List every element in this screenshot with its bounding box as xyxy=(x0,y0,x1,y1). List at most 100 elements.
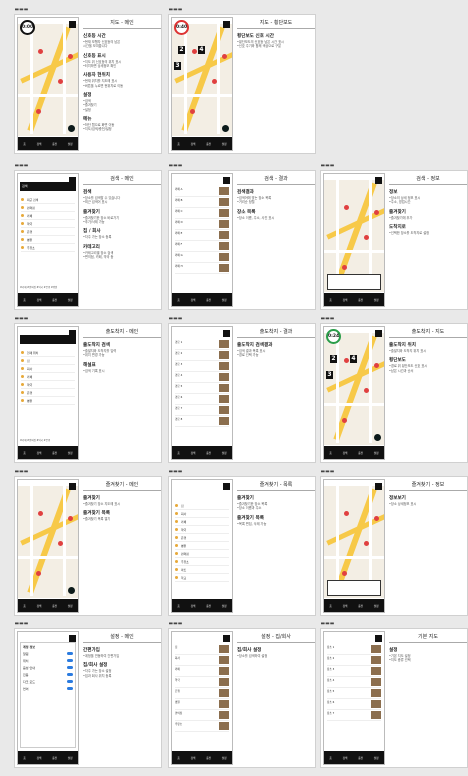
list-item[interactable]: 카페 xyxy=(21,373,75,381)
tab-item[interactable]: 설정 xyxy=(68,451,73,455)
menu-icon[interactable] xyxy=(375,483,382,490)
traffic-light-icon[interactable] xyxy=(344,358,349,363)
result-row[interactable]: 카페 B xyxy=(175,197,229,208)
tab-item[interactable]: 검색 xyxy=(37,142,42,146)
list-item[interactable]: 병원 xyxy=(21,397,75,405)
list-item[interactable]: 병원 xyxy=(21,236,75,244)
tab-item[interactable]: 홈 xyxy=(329,756,331,760)
traffic-light-icon[interactable] xyxy=(374,516,379,521)
crossing-marker[interactable]: 4 xyxy=(198,46,205,54)
result-row[interactable]: 장소 4 xyxy=(327,677,381,688)
list-item[interactable]: 주유소 xyxy=(21,244,75,252)
tab-item[interactable]: 충전 xyxy=(206,451,211,455)
toggle-switch[interactable] xyxy=(67,687,73,690)
tab-item[interactable]: 설정 xyxy=(222,604,227,608)
toggle-switch[interactable] xyxy=(67,659,73,662)
tab-item[interactable]: 홈 xyxy=(23,298,25,302)
tab-item[interactable]: 설정 xyxy=(374,298,379,302)
tab-item[interactable]: 설정 xyxy=(68,298,73,302)
crossing-marker[interactable]: 3 xyxy=(174,62,181,70)
result-row[interactable]: 장소 7 xyxy=(327,710,381,721)
traffic-light-icon[interactable] xyxy=(68,516,73,521)
category-chips[interactable]: #카페 #편의점 #약국 #은행 xyxy=(20,438,76,442)
search-input[interactable]: 검색 xyxy=(20,182,76,191)
list-item[interactable]: 마트 xyxy=(175,566,229,574)
tab-item[interactable]: 검색 xyxy=(191,756,196,760)
tab-item[interactable]: 검색 xyxy=(37,604,42,608)
list-item[interactable]: 최근 검색 xyxy=(21,196,75,204)
menu-icon[interactable] xyxy=(223,177,230,184)
tab-item[interactable]: 충전 xyxy=(358,298,363,302)
list-item[interactable]: 주유소 xyxy=(175,558,229,566)
list-item[interactable]: 약국 xyxy=(21,220,75,228)
tab-item[interactable]: 검색 xyxy=(191,142,196,146)
traffic-light-icon[interactable] xyxy=(212,79,217,84)
crossing-marker[interactable]: 4 xyxy=(350,355,357,363)
current-location-button[interactable] xyxy=(222,125,229,132)
result-row[interactable]: 경로 4 xyxy=(175,372,229,383)
tab-item[interactable]: 홈 xyxy=(177,604,179,608)
traffic-light-icon[interactable] xyxy=(58,541,63,546)
tab-item[interactable]: 충전 xyxy=(358,604,363,608)
list-item[interactable]: 회사 xyxy=(21,365,75,373)
list-item[interactable]: 카페 xyxy=(21,212,75,220)
result-row[interactable]: 약국 xyxy=(175,677,229,688)
result-row[interactable]: 병원 xyxy=(175,699,229,710)
traffic-light-icon[interactable] xyxy=(344,511,349,516)
traffic-light-icon[interactable] xyxy=(342,265,347,270)
menu-icon[interactable] xyxy=(223,483,230,490)
result-row[interactable]: 카페 H xyxy=(175,263,229,274)
result-row[interactable]: 경로 1 xyxy=(175,339,229,350)
list-item[interactable]: 현재 위치 xyxy=(21,349,75,357)
map-view[interactable] xyxy=(18,24,78,136)
traffic-light-icon[interactable] xyxy=(374,210,379,215)
result-row[interactable]: 장소 5 xyxy=(327,688,381,699)
traffic-light-icon[interactable] xyxy=(364,541,369,546)
list-item[interactable]: 약국 xyxy=(21,381,75,389)
list-item[interactable]: 집 xyxy=(21,357,75,365)
tab-item[interactable]: 충전 xyxy=(206,604,211,608)
traffic-light-icon[interactable] xyxy=(342,418,347,423)
tab-item[interactable]: 검색 xyxy=(191,298,196,302)
tab-item[interactable]: 홈 xyxy=(329,604,331,608)
toggle-switch[interactable] xyxy=(67,673,73,676)
tab-item[interactable]: 검색 xyxy=(191,451,196,455)
origin-destination-input[interactable] xyxy=(20,335,76,344)
tab-item[interactable]: 설정 xyxy=(68,142,73,146)
setting-row[interactable]: 진동 xyxy=(23,673,73,677)
tab-item[interactable]: 설정 xyxy=(222,756,227,760)
setting-row[interactable]: 알림 xyxy=(23,652,73,656)
tab-item[interactable]: 충전 xyxy=(52,298,57,302)
list-item[interactable]: 은행 xyxy=(21,389,75,397)
traffic-light-icon[interactable] xyxy=(36,571,41,576)
tab-item[interactable]: 충전 xyxy=(52,604,57,608)
list-item[interactable]: 회사 xyxy=(175,510,229,518)
tab-item[interactable]: 홈 xyxy=(177,756,179,760)
result-row[interactable]: 카페 D xyxy=(175,219,229,230)
result-row[interactable]: 카페 C xyxy=(175,208,229,219)
map-view[interactable]: 2 4 3 xyxy=(172,24,232,136)
tab-item[interactable]: 홈 xyxy=(23,451,25,455)
result-row[interactable]: 경로 7 xyxy=(175,405,229,416)
tab-item[interactable]: 검색 xyxy=(37,298,42,302)
tab-item[interactable]: 검색 xyxy=(343,298,348,302)
traffic-light-icon[interactable] xyxy=(36,109,41,114)
result-row[interactable]: 집 xyxy=(175,644,229,655)
list-item[interactable]: 집 xyxy=(175,502,229,510)
tab-item[interactable]: 검색 xyxy=(37,756,42,760)
current-location-button[interactable] xyxy=(68,587,75,594)
traffic-light-icon[interactable] xyxy=(342,571,347,576)
crossing-marker[interactable]: 3 xyxy=(326,371,333,379)
tab-item[interactable]: 검색 xyxy=(191,604,196,608)
traffic-light-icon[interactable] xyxy=(222,54,227,59)
tab-item[interactable]: 홈 xyxy=(23,756,25,760)
tab-item[interactable]: 충전 xyxy=(206,756,211,760)
tab-item[interactable]: 충전 xyxy=(206,298,211,302)
result-row[interactable]: 경로 2 xyxy=(175,350,229,361)
tab-item[interactable]: 홈 xyxy=(177,451,179,455)
tab-item[interactable]: 홈 xyxy=(177,298,179,302)
traffic-light-icon[interactable] xyxy=(58,79,63,84)
result-row[interactable]: 주유소 xyxy=(175,721,229,732)
traffic-light-icon[interactable] xyxy=(364,235,369,240)
result-row[interactable]: 회사 xyxy=(175,655,229,666)
